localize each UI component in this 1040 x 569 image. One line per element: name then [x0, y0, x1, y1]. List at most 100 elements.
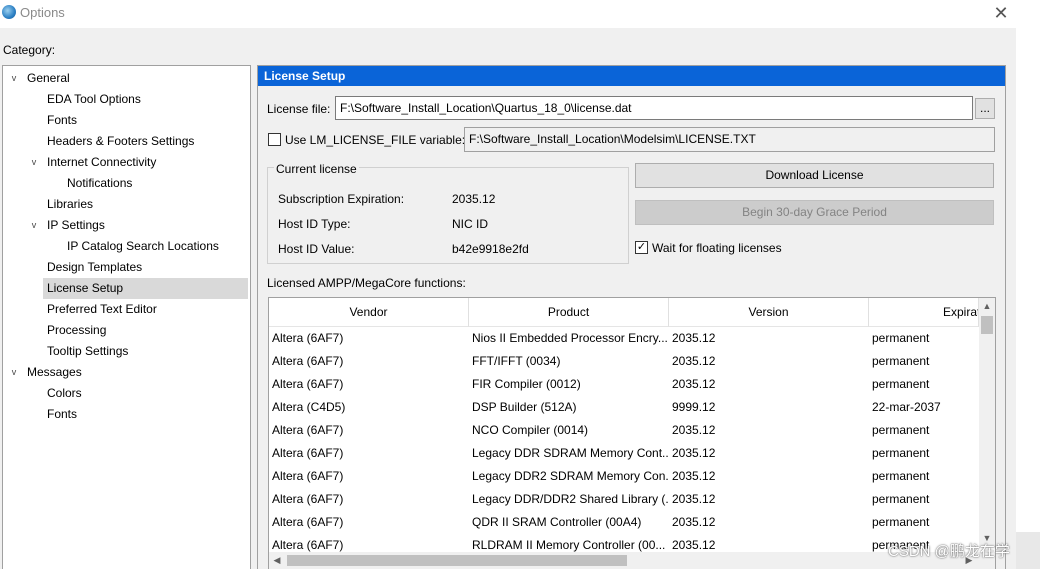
- vendor-cell: Altera (6AF7): [272, 492, 344, 506]
- version-cell: 2035.12: [672, 492, 716, 506]
- horizontal-scroll-thumb[interactable]: [287, 555, 627, 566]
- licensed-functions-label: Licensed AMPP/MegaCore functions:: [267, 276, 466, 290]
- tree-item[interactable]: Fonts: [3, 110, 248, 131]
- current-license-group: Current license Subscription Expiration:…: [267, 162, 629, 264]
- expiration-cell: permanent: [872, 492, 930, 506]
- background-strip: [1016, 0, 1040, 569]
- tree-item[interactable]: Notifications: [3, 173, 248, 194]
- version-cell: 2035.12: [672, 446, 716, 460]
- host-id-type-value: NIC ID: [452, 217, 488, 231]
- expiration-cell: permanent: [872, 515, 930, 529]
- chevron-down-icon[interactable]: v: [9, 73, 19, 83]
- column-header-version[interactable]: Version: [669, 298, 869, 327]
- tree-item-label: Messages: [27, 365, 82, 379]
- use-lm-license-label: Use LM_LICENSE_FILE variable:: [285, 133, 466, 147]
- subscription-expiration-label: Subscription Expiration:: [278, 192, 405, 206]
- tree-item[interactable]: Fonts: [3, 404, 248, 425]
- wait-floating-label: Wait for floating licenses: [652, 241, 782, 255]
- category-label: Category:: [3, 43, 56, 57]
- tree-item-label: IP Catalog Search Locations: [67, 239, 219, 253]
- tree-item-label: IP Settings: [47, 218, 105, 232]
- tree-item-label: Headers & Footers Settings: [47, 134, 195, 148]
- version-cell: 2035.12: [672, 331, 716, 345]
- version-cell: 2035.12: [672, 515, 716, 529]
- vendor-cell: Altera (C4D5): [272, 400, 346, 414]
- vendor-cell: Altera (6AF7): [272, 515, 344, 529]
- table-vertical-scrollbar[interactable]: ▲ ▼: [979, 298, 995, 548]
- table-row[interactable]: Altera (6AF7) Nios II Embedded Processor …: [269, 327, 979, 350]
- expiration-cell: permanent: [872, 377, 930, 391]
- table-row[interactable]: Altera (6AF7) FIR Compiler (0012) 2035.12 p…: [269, 373, 979, 396]
- tree-item-label: License Setup: [47, 281, 124, 295]
- wait-floating-checkbox[interactable]: ✓: [635, 241, 648, 254]
- subscription-expiration-value: 2035.12: [452, 192, 496, 206]
- version-cell: 9999.12: [672, 400, 716, 414]
- window-title: Options: [20, 5, 65, 20]
- table-row[interactable]: Altera (6AF7) QDR II SRAM Controller (00A…: [269, 511, 979, 534]
- table-row[interactable]: Altera (C4D5) DSP Builder (512A) 9999.12 22…: [269, 396, 979, 419]
- license-setup-panel: License Setup License file: F:\Software_…: [257, 65, 1006, 569]
- download-license-button[interactable]: Download License: [635, 163, 994, 188]
- tree-item[interactable]: Headers & Footers Settings: [3, 131, 248, 152]
- use-lm-license-checkbox[interactable]: [268, 133, 281, 146]
- tree-item[interactable]: License Setup: [43, 278, 248, 299]
- expiration-cell: permanent: [872, 331, 930, 345]
- column-header-vendor[interactable]: Vendor: [269, 298, 469, 327]
- scroll-up-icon[interactable]: ▲: [979, 298, 995, 314]
- product-cell: Legacy DDR/DDR2 Shared Library (...: [472, 492, 669, 506]
- grace-period-button[interactable]: Begin 30-day Grace Period: [635, 200, 994, 225]
- vendor-cell: Altera (6AF7): [272, 377, 344, 391]
- table-row[interactable]: Altera (6AF7) FFT/IFFT (0034) 2035.12 perma…: [269, 350, 979, 373]
- tree-item[interactable]: v Messages: [3, 362, 248, 383]
- vendor-cell: Altera (6AF7): [272, 469, 344, 483]
- panel-title: License Setup: [258, 66, 1005, 86]
- chevron-down-icon[interactable]: v: [29, 220, 39, 230]
- tree-item[interactable]: EDA Tool Options: [3, 89, 248, 110]
- license-file-input[interactable]: F:\Software_Install_Location\Quartus_18_…: [335, 96, 973, 120]
- lm-license-file-field[interactable]: F:\Software_Install_Location\Modelsim\LI…: [464, 127, 995, 152]
- host-id-type-label: Host ID Type:: [278, 217, 351, 231]
- tree-item[interactable]: v Internet Connectivity: [3, 152, 248, 173]
- tree-item-label: Tooltip Settings: [47, 344, 129, 358]
- tree-item-label: Processing: [47, 323, 107, 337]
- tree-item-label: Libraries: [47, 197, 94, 211]
- tree-item-label: General: [27, 71, 70, 85]
- current-license-title: Current license: [274, 162, 359, 176]
- table-row[interactable]: Altera (6AF7) NCO Compiler (0014) 2035.12 p…: [269, 419, 979, 442]
- column-header-product[interactable]: Product: [469, 298, 669, 327]
- chevron-down-icon[interactable]: v: [9, 367, 19, 377]
- tree-item-label: Internet Connectivity: [47, 155, 157, 169]
- tree-item[interactable]: Colors: [3, 383, 248, 404]
- table-row[interactable]: Altera (6AF7) Legacy DDR SDRAM Memory Con…: [269, 442, 979, 465]
- tree-item-label: Fonts: [47, 407, 78, 421]
- title-bar: Options ✕: [0, 0, 1016, 28]
- tree-item-label: Design Templates: [47, 260, 143, 274]
- vendor-cell: Altera (6AF7): [272, 423, 344, 437]
- tree-item[interactable]: Processing: [3, 320, 248, 341]
- column-header-expiration[interactable]: Expirat: [869, 298, 979, 327]
- license-file-label: License file:: [267, 102, 331, 116]
- tree-item[interactable]: v General: [3, 68, 248, 89]
- table-row[interactable]: Altera (6AF7) Legacy DDR/DDR2 Shared Libr…: [269, 488, 979, 511]
- tree-item[interactable]: Libraries: [3, 194, 248, 215]
- scroll-left-icon[interactable]: ◀: [269, 552, 285, 569]
- expiration-cell: permanent: [872, 354, 930, 368]
- tree-item[interactable]: IP Catalog Search Locations: [3, 236, 248, 257]
- product-cell: Nios II Embedded Processor Encry...: [472, 331, 668, 345]
- tree-item[interactable]: Design Templates: [3, 257, 248, 278]
- product-cell: Legacy DDR SDRAM Memory Cont...: [472, 446, 669, 460]
- table-horizontal-scrollbar[interactable]: ◀ ▶: [269, 552, 995, 569]
- tree-item[interactable]: v IP Settings: [3, 215, 248, 236]
- tree-item[interactable]: Tooltip Settings: [3, 341, 248, 362]
- version-cell: 2035.12: [672, 423, 716, 437]
- table-row[interactable]: Altera (6AF7) Legacy DDR2 SDRAM Memory Co…: [269, 465, 979, 488]
- tree-item-label: Notifications: [67, 176, 133, 190]
- browse-button[interactable]: ...: [975, 98, 995, 119]
- tree-item[interactable]: Preferred Text Editor: [3, 299, 248, 320]
- version-cell: 2035.12: [672, 354, 716, 368]
- chevron-down-icon[interactable]: v: [29, 157, 39, 167]
- vertical-scroll-thumb[interactable]: [981, 316, 993, 334]
- close-icon[interactable]: ✕: [990, 3, 1012, 23]
- category-tree[interactable]: v General EDA Tool Options Fonts Headers & F…: [2, 65, 251, 569]
- tree-item-label: Fonts: [47, 113, 78, 127]
